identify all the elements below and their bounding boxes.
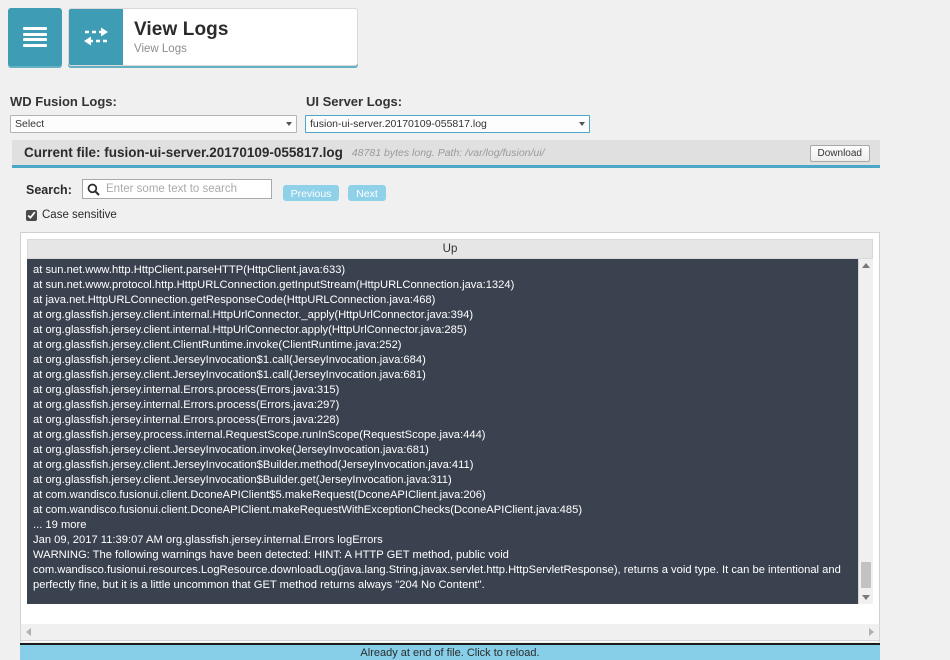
wd-fusion-logs-selected-value: Select [15,118,45,130]
wd-fusion-logs-select[interactable]: Select [10,115,297,133]
log-viewer-panel: Up at sun.net.www.http.HttpClient.parseH… [20,232,880,642]
scrollbar-right-arrow-icon[interactable] [869,627,874,636]
log-lines-list: at sun.net.www.http.HttpClient.parseHTTP… [27,259,858,604]
chevron-down-icon [286,122,292,126]
search-next-button[interactable]: Next [348,185,386,201]
log-line: at org.glassfish.jersey.client.internal.… [33,309,474,321]
log-line: at sun.net.www.http.HttpClient.parseHTTP… [33,264,346,276]
current-file-name: Current file: fusion-ui-server.20170109-… [24,145,343,160]
title-text-box: View Logs View Logs [123,9,229,65]
header-bar: View Logs View Logs [8,8,358,66]
chevron-down-icon [579,122,585,126]
ui-server-logs-select[interactable]: fusion-ui-server.20170109-055817.log [305,115,590,133]
log-line: WARNING: The following warnings have bee… [33,549,509,561]
log-line-wrapped: com.wandisco.fusionui.resources.LogResou… [33,564,841,591]
hamburger-menu-icon [23,27,47,47]
log-line: at org.glassfish.jersey.client.JerseyInv… [33,369,426,381]
magnifier-icon [87,183,100,196]
log-line: at com.wandisco.fusionui.client.DconeAPI… [33,489,486,501]
log-line: at java.net.HttpURLConnection.getRespons… [33,294,436,306]
page-subtitle: View Logs [134,42,187,55]
download-button[interactable]: Download [809,145,870,162]
scrollbar-down-arrow-icon[interactable] [862,595,870,600]
log-line: at org.glassfish.jersey.client.JerseyInv… [33,459,474,471]
current-file-meta: 48781 bytes long. Path: /var/log/fusion/… [351,146,545,159]
search-input-wrapper[interactable] [82,179,272,199]
case-sensitive-row[interactable]: Case sensitive [26,209,117,221]
log-content-area[interactable]: at sun.net.www.http.HttpClient.parseHTTP… [27,259,873,604]
case-sensitive-label: Case sensitive [42,209,117,221]
log-horizontal-scrollbar[interactable] [20,624,880,641]
log-line: at sun.net.www.protocol.http.HttpURLConn… [33,279,515,291]
ui-server-logs-selected-value: fusion-ui-server.20170109-055817.log [310,118,487,130]
log-line: at org.glassfish.jersey.client.JerseyInv… [33,444,429,456]
reload-status-bar[interactable]: Already at end of file. Click to reload. [20,643,880,660]
search-label: Search: [26,183,72,197]
log-line: at org.glassfish.jersey.internal.Errors.… [33,414,340,426]
log-line: ... 19 more [33,519,87,531]
log-line: at org.glassfish.jersey.client.JerseyInv… [33,354,426,366]
wd-fusion-logs-label: WD Fusion Logs: [10,94,117,109]
page-title: View Logs [134,18,229,40]
current-file-bar: Current file: fusion-ui-server.20170109-… [12,140,880,168]
search-previous-button[interactable]: Previous [283,185,339,201]
log-line: at org.glassfish.jersey.client.internal.… [33,324,467,336]
exchange-arrows-icon [84,27,108,46]
log-vertical-scrollbar[interactable] [858,259,873,604]
log-line: at com.wandisco.fusionui.client.DconeAPI… [33,504,583,516]
ui-server-logs-label: UI Server Logs: [306,94,403,109]
page-title-card: View Logs View Logs [68,8,358,66]
log-line: at org.glassfish.jersey.internal.Errors.… [33,399,340,411]
log-vertical-scroll-thumb[interactable] [861,562,871,588]
log-line: at org.glassfish.jersey.client.ClientRun… [33,339,402,351]
log-line: at org.glassfish.jersey.process.internal… [33,429,486,441]
scrollbar-left-arrow-icon[interactable] [26,627,31,636]
log-line: Jan 09, 2017 11:39:07 AM org.glassfish.j… [33,534,383,546]
case-sensitive-checkbox[interactable] [26,209,37,221]
log-line: at org.glassfish.jersey.client.JerseyInv… [33,474,452,486]
title-icon-box [69,9,123,65]
log-line: at org.glassfish.jersey.internal.Errors.… [33,384,340,396]
scrollbar-up-arrow-icon[interactable] [862,263,870,268]
scroll-up-button[interactable]: Up [27,239,873,259]
menu-toggle-button[interactable] [8,8,62,66]
search-input[interactable] [104,182,267,196]
